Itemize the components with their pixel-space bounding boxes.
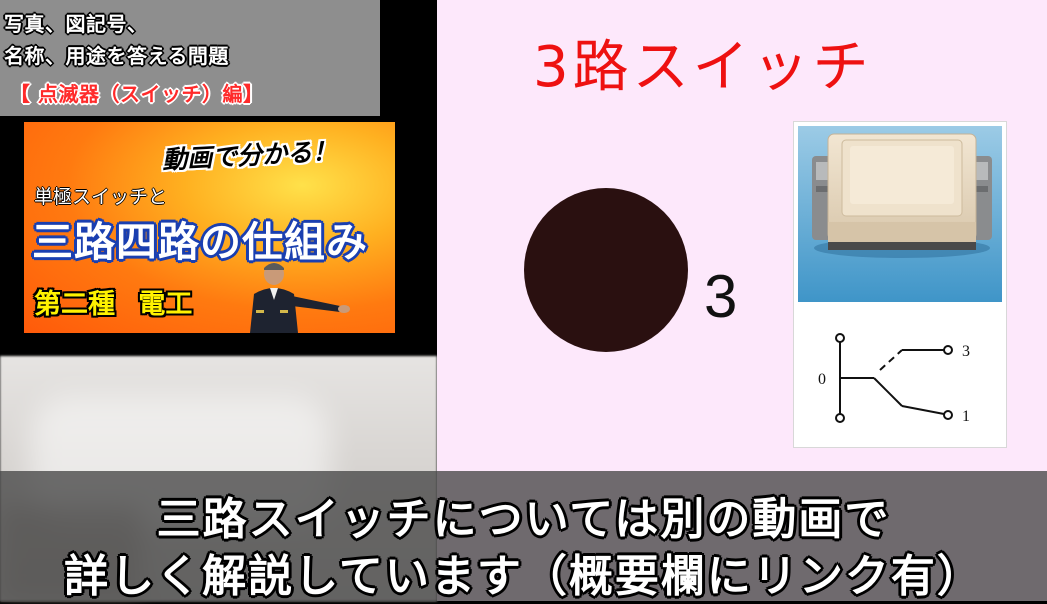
video-title-box: 写真、図記号、 名称、用途を答える問題 【 点滅器（スイッチ）編】 <box>0 0 380 116</box>
related-video-thumbnail[interactable]: 動画で分かる！ 単極スイッチと 三路四路の仕組み 第二種 電工 <box>24 122 395 333</box>
thumbnail-bottom-label: 第二種 電工 <box>34 289 193 320</box>
symbol-subscript-label: 3 <box>704 263 738 330</box>
video-title-line-3: 【 点滅器（スイッチ）編】 <box>10 82 264 106</box>
switch-photo <box>798 126 1002 302</box>
slide-title: 3路スイッチ <box>533 35 873 100</box>
diagram-label-1: 1 <box>962 408 970 425</box>
video-title-line-2: 名称、用途を答える問題 <box>4 44 229 68</box>
thumbnail-subtitle: 単極スイッチと <box>34 186 168 208</box>
three-way-switch-circuit-diagram: 0 3 1 <box>818 333 970 425</box>
diagram-label-3: 3 <box>962 343 970 360</box>
thumbnail-main-title: 三路四路の仕組み <box>32 218 368 266</box>
caption-line-1: 三路スイッチについては別の動画で <box>156 494 891 545</box>
three-way-switch-symbol <box>524 188 688 352</box>
diagram-label-0: 0 <box>818 371 826 388</box>
presenter-image <box>250 263 350 333</box>
video-title-line-1: 写真、図記号、 <box>4 12 148 36</box>
thumbnail-catchphrase: 動画で分かる！ <box>161 136 338 175</box>
caption-line-2: 詳しく解説しています（概要欄にリンク有） <box>64 551 983 602</box>
switch-info-card: 0 3 1 <box>793 121 1007 448</box>
